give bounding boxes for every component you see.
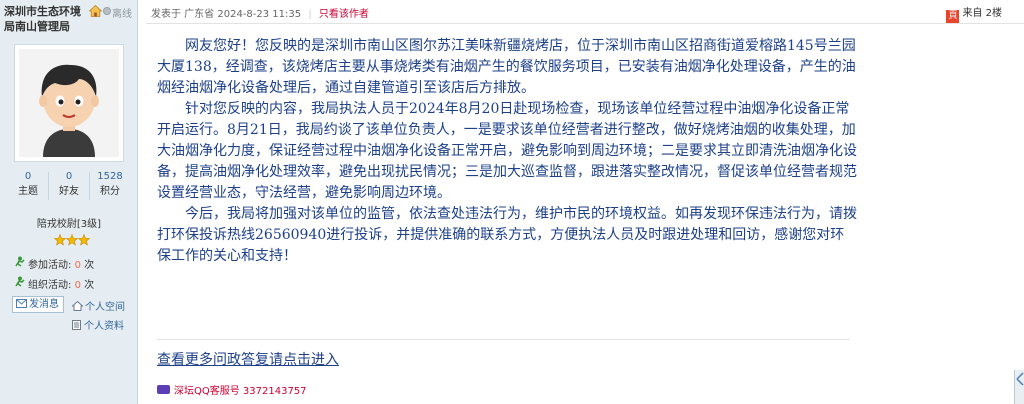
activity-organized-unit: 次 [84, 280, 95, 291]
side-float-widget[interactable] [1014, 370, 1024, 404]
stat-friends[interactable]: 0 好友 [49, 170, 89, 199]
qq-service-text[interactable]: 深坛QQ客服号 3372143757 [174, 386, 307, 397]
activity-organized-count: 0 [74, 280, 81, 291]
content-divider [157, 339, 850, 340]
star-icon [54, 234, 67, 246]
rank-stars [54, 234, 90, 246]
header-divider [146, 23, 1024, 24]
activity-icon [15, 276, 25, 287]
stat-friends-label: 好友 [59, 186, 79, 197]
posted-location: 发表于 广东省 [151, 9, 215, 20]
post-floor[interactable]: 来自 2楼 [962, 8, 1002, 19]
post-datetime: 2024-8-23 11:35 [217, 9, 302, 20]
avatar-image [19, 49, 119, 157]
post-paragraph: 针对您反映的内容，我局执法人员于2024年8月20日赴现场检查，现场该单位经营过… [157, 101, 857, 201]
stat-topics[interactable]: 0 主题 [8, 170, 48, 199]
stat-friends-value: 0 [65, 171, 73, 182]
stat-topics-label: 主题 [18, 186, 38, 197]
meta-separator: | [308, 9, 312, 20]
personal-space-icon [71, 300, 84, 311]
home-icon[interactable] [89, 5, 102, 17]
activity-icon [15, 256, 25, 267]
post-content: 网友您好！您反映的是深圳市南山区图尔苏江美味新疆烧烤店，位于深圳市南山区招商街道… [157, 36, 857, 267]
post-paragraph: 网友您好！您反映的是深圳市南山区图尔苏江美味新疆烧烤店，位于深圳市南山区招商街道… [157, 38, 856, 96]
author-name[interactable]: 深圳市生态环境局南山管理局 [4, 4, 88, 34]
post-paragraph: 今后，我局将加强对该单位的监管，依法查处违法行为，维护市民的环境权益。如再发现环… [157, 206, 857, 264]
author-sidebar: 深圳市生态环境局南山管理局 离线 0 主题 0 好友 1528 积分 陪戎校尉[… [0, 0, 138, 404]
star-icon [65, 234, 79, 246]
stat-points[interactable]: 1528 积分 [90, 170, 130, 199]
source-badge-icon: 頁 [946, 10, 960, 23]
offline-status-icon [103, 7, 111, 15]
envelope-icon [16, 299, 27, 308]
avatar[interactable] [14, 44, 124, 162]
stat-points-value: 1528 [97, 171, 123, 182]
profile-icon [72, 320, 81, 330]
activity-joined-label: 参加活动: [28, 260, 72, 271]
activity-joined-count: 0 [74, 260, 81, 271]
more-replies-link[interactable]: 查看更多问政答复请点击进入 [157, 349, 339, 369]
activity-organized: 组织活动: 0 次 [15, 276, 95, 291]
personal-profile-link[interactable]: 个人资料 [72, 317, 124, 332]
user-rank: 陪戎校尉[3级] [36, 219, 102, 230]
activity-joined: 参加活动: 0 次 [15, 256, 95, 271]
only-author-link[interactable]: 只看该作者 [319, 9, 369, 20]
personal-profile-label: 个人资料 [84, 321, 124, 332]
post-meta: 发表于 广东省 2024-8-23 11:35 | 只看该作者 [151, 5, 369, 20]
author-stats: 0 主题 0 好友 1528 积分 [8, 170, 130, 202]
activity-joined-unit: 次 [84, 260, 95, 271]
qq-icon [157, 385, 170, 394]
personal-space-label: 个人空间 [85, 302, 125, 313]
online-status-text: 离线 [112, 9, 132, 20]
star-icon [77, 234, 90, 246]
qq-service: 深坛QQ客服号 3372143757 [157, 382, 307, 397]
send-message-label: 发消息 [29, 299, 59, 310]
stat-points-label: 积分 [100, 186, 120, 197]
send-message-button[interactable]: 发消息 [12, 296, 64, 313]
activity-organized-label: 组织活动: [28, 280, 72, 291]
stat-topics-value: 0 [24, 171, 32, 182]
personal-space-link[interactable]: 个人空间 [71, 298, 125, 313]
arrow-icon [1016, 372, 1024, 386]
post-source: 頁来自 2楼 [946, 4, 1002, 23]
